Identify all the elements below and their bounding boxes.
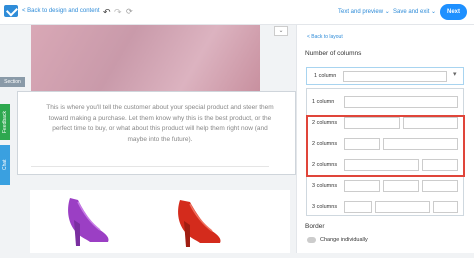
- section-tag[interactable]: Section: [0, 77, 25, 87]
- redo-icon[interactable]: ↷: [114, 7, 122, 18]
- red-shoe-icon[interactable]: [178, 200, 221, 247]
- purple-shoe-icon[interactable]: [68, 198, 109, 246]
- app-logo-icon: [4, 5, 18, 17]
- selection-highlight: [306, 115, 465, 177]
- text-and-preview-menu[interactable]: Text and preview ⌄: [338, 8, 390, 15]
- border-title: Border: [305, 223, 325, 230]
- change-individually-toggle[interactable]: [307, 237, 316, 243]
- back-to-layout-link[interactable]: < Back to layout: [307, 34, 343, 40]
- product-images-row: [30, 190, 290, 253]
- caret-down-icon: ▾: [453, 71, 457, 78]
- text-block[interactable]: This is where you'll tell the customer a…: [17, 91, 296, 175]
- shoes-image[interactable]: [30, 190, 290, 253]
- save-and-exit-menu[interactable]: Save and exit ⌄: [393, 8, 436, 15]
- dropdown-selected-label: 1 column: [314, 73, 337, 79]
- hero-image[interactable]: [31, 25, 260, 91]
- option-3-columns-equal[interactable]: 3 columns: [307, 176, 463, 196]
- columns-dropdown[interactable]: 1 column ▾: [306, 67, 464, 85]
- dropdown-preview: [343, 71, 447, 82]
- undo-icon[interactable]: ↶: [103, 7, 111, 18]
- back-to-design-link[interactable]: < Back to design and content: [22, 8, 100, 14]
- next-button[interactable]: Next: [440, 4, 467, 20]
- change-individually-label: Change individually: [320, 237, 368, 243]
- number-of-columns-title: Number of columns: [305, 50, 362, 57]
- product-paragraph[interactable]: This is where you'll tell the customer a…: [44, 103, 276, 145]
- option-3-columns-wide-middle[interactable]: 3 columns: [307, 197, 463, 217]
- top-toolbar: < Back to design and content ↶ ↷ ⟳ Text …: [0, 0, 474, 25]
- divider: [31, 166, 269, 167]
- reset-icon[interactable]: ⟳: [126, 7, 133, 16]
- chevron-down-icon[interactable]: ⌄: [274, 26, 288, 36]
- chat-tab[interactable]: Chat: [0, 145, 10, 185]
- option-1-column[interactable]: 1 column: [307, 92, 463, 112]
- feedback-tab[interactable]: Feedback: [0, 104, 10, 140]
